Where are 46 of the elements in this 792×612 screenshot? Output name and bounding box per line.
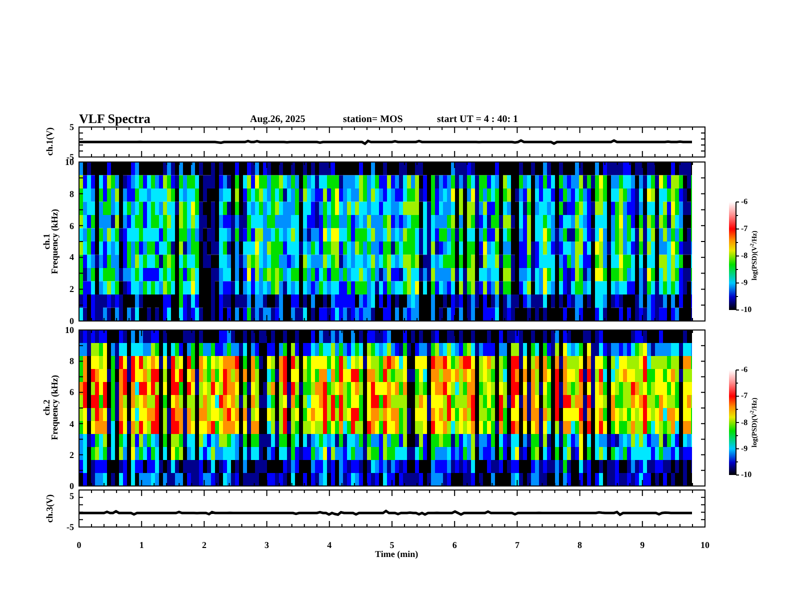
axis-tick-label: 8 — [70, 190, 74, 199]
axis-label: Frequency (kHz) — [50, 374, 60, 442]
colorbar-tick-label: -6 — [741, 366, 748, 374]
axis-tick-label: 5 — [70, 492, 74, 501]
axis-tick-label: 8 — [70, 357, 74, 366]
axis-tick-label: 8 — [576, 541, 584, 550]
axis-tick-label: 10 — [700, 541, 710, 550]
axis-tick-label: 6 — [70, 388, 74, 398]
axis-tick-label: 2 — [70, 285, 74, 294]
plot-title: VLF Spectra — [79, 112, 150, 125]
axis-tick-label: 9 — [639, 541, 646, 550]
colorbar-tick-label: -10 — [741, 471, 752, 479]
axis-label: Time (min) — [375, 550, 418, 559]
colorbar-tick-label: -9 — [741, 444, 748, 453]
axis-tick-label: 5 — [388, 541, 396, 550]
axis-label: ch.1(V) — [46, 126, 54, 158]
station-label: station= MOS — [343, 115, 403, 125]
start-time-label: start UT = 4 : 40: 1 — [437, 115, 518, 125]
colorbar-tick-label: -10 — [741, 306, 752, 314]
axis-tick-label: 0 — [76, 541, 82, 550]
colorbar-tick-label: -8 — [741, 252, 748, 260]
axis-tick-label: 6 — [451, 541, 458, 550]
axis-tick-label: 3 — [264, 541, 270, 550]
axis-tick-label: 6 — [70, 222, 74, 231]
colorbar-tick-label: -6 — [741, 198, 748, 206]
axis-tick-label: 4 — [70, 253, 74, 262]
axis-tick-label: 4 — [326, 541, 333, 550]
axis-tick-label: 1 — [138, 541, 145, 550]
axis-label: ch.2 — [42, 398, 52, 418]
axis-tick-label: 2 — [70, 450, 74, 460]
axis-tick-label: -5 — [66, 523, 74, 532]
colorbar-tick-label: -9 — [741, 279, 748, 287]
axis-tick-label: 5 — [70, 123, 74, 132]
axis-label: ch.1 — [42, 232, 52, 252]
colorbar-tick-label: -7 — [741, 392, 748, 400]
axis-tick-label: 2 — [200, 541, 208, 550]
axis-tick-label: 0 — [70, 482, 74, 491]
axis-tick-label: 10 — [65, 326, 74, 335]
date-label: Aug.26, 2025 — [250, 115, 306, 125]
axis-label: ch.3(V) — [46, 492, 54, 524]
axis-label: Frequency (kHz) — [50, 207, 60, 276]
axis-tick-label: 7 — [514, 541, 520, 550]
axis-tick-label: 0 — [70, 317, 74, 326]
axis-tick-label: 4 — [70, 420, 74, 429]
colorbar-tick-label: -8 — [741, 418, 748, 426]
colorbar-tick-label: -7 — [741, 225, 748, 233]
